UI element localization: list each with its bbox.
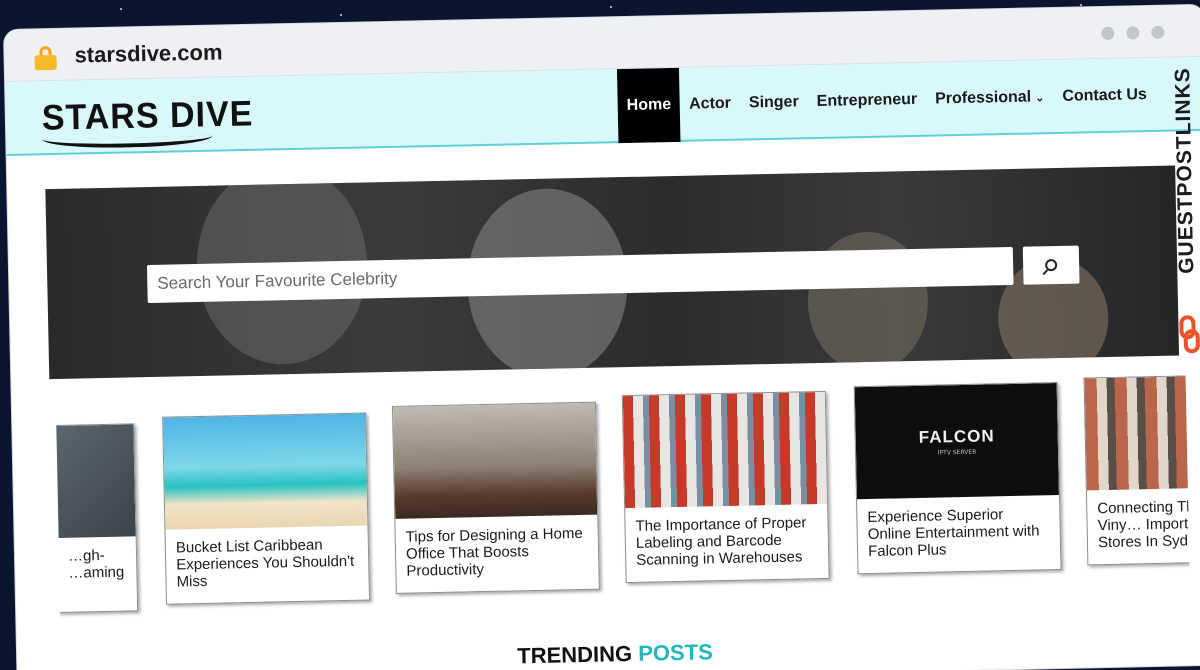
window-dot-icon[interactable]	[1126, 26, 1140, 40]
window-dot-icon[interactable]	[1151, 25, 1165, 39]
nav-entrepreneur[interactable]: Entrepreneur	[807, 63, 927, 139]
window-dot-icon[interactable]	[1101, 26, 1115, 41]
address-bar[interactable]: starsdive.com	[74, 39, 222, 68]
card-title: Experience Superior Online Entertainment…	[867, 506, 1040, 561]
card-thumbnail	[163, 413, 368, 530]
nav-professional-label: Professional	[934, 88, 1032, 108]
card-thumbnail	[622, 391, 828, 509]
card-thumbnail: FALCON IPTV SERVER	[854, 383, 1059, 500]
watermark: GUESTPOSTLINKS	[1165, 63, 1200, 364]
card-thumbnail	[1084, 375, 1191, 491]
chain-link-icon	[1179, 315, 1200, 354]
trending-heading: TRENDING POSTS	[517, 639, 713, 669]
nav-contact[interactable]: Contact Us	[1053, 58, 1157, 134]
window-controls	[1101, 25, 1165, 41]
trending-accent: POSTS	[637, 639, 714, 666]
card-title: …gh- …aming	[67, 547, 125, 582]
browser-window: starsdive.com STARS DIVE Home Actor Sing…	[4, 4, 1200, 670]
nav-home[interactable]: Home	[616, 67, 681, 144]
search-button[interactable]	[1022, 245, 1080, 285]
list-item[interactable]: FALCON IPTV SERVER Experience Superior O…	[853, 382, 1062, 575]
main-nav: Home Actor Singer Entrepreneur Professio…	[616, 58, 1157, 144]
search-icon	[1045, 258, 1058, 272]
falcon-logo-subtext: IPTV SERVER	[937, 448, 977, 457]
card-title: Bucket List Caribbean Experiences You Sh…	[175, 536, 355, 591]
chevron-down-icon: ⌄	[1035, 91, 1045, 104]
card-title: The Importance of Proper Labeling and Ba…	[635, 514, 807, 569]
list-item[interactable]: Bucket List Caribbean Experiences You Sh…	[162, 412, 371, 605]
trending-label: TRENDING	[516, 640, 633, 669]
nav-professional[interactable]: Professional ⌄	[925, 60, 1054, 137]
nav-singer[interactable]: Singer	[739, 65, 808, 140]
card-thumbnail	[55, 424, 136, 541]
featured-carousel: …gh- …aming Bucket List Caribbean Experi…	[55, 375, 1191, 619]
list-item[interactable]: The Importance of Proper Labeling and Ba…	[621, 390, 830, 584]
card-thumbnail	[392, 402, 598, 519]
logo-swoosh	[42, 135, 213, 150]
card-title: Tips for Designing a Home Office That Bo…	[405, 524, 583, 580]
list-item[interactable]: Connecting Through Viny… Importance … St…	[1083, 375, 1191, 566]
nav-actor[interactable]: Actor	[679, 67, 740, 142]
falcon-logo-text: FALCON	[918, 425, 995, 447]
site-logo[interactable]: STARS DIVE	[41, 94, 253, 139]
list-item[interactable]: Tips for Designing a Home Office That Bo…	[391, 401, 600, 594]
card-title: Connecting Through Viny… Importance … St…	[1097, 497, 1191, 552]
lock-icon	[34, 46, 57, 71]
list-item[interactable]: …gh- …aming	[55, 423, 139, 616]
watermark-text: GUESTPOSTLINKS	[1171, 67, 1199, 275]
hero-banner	[45, 165, 1180, 380]
